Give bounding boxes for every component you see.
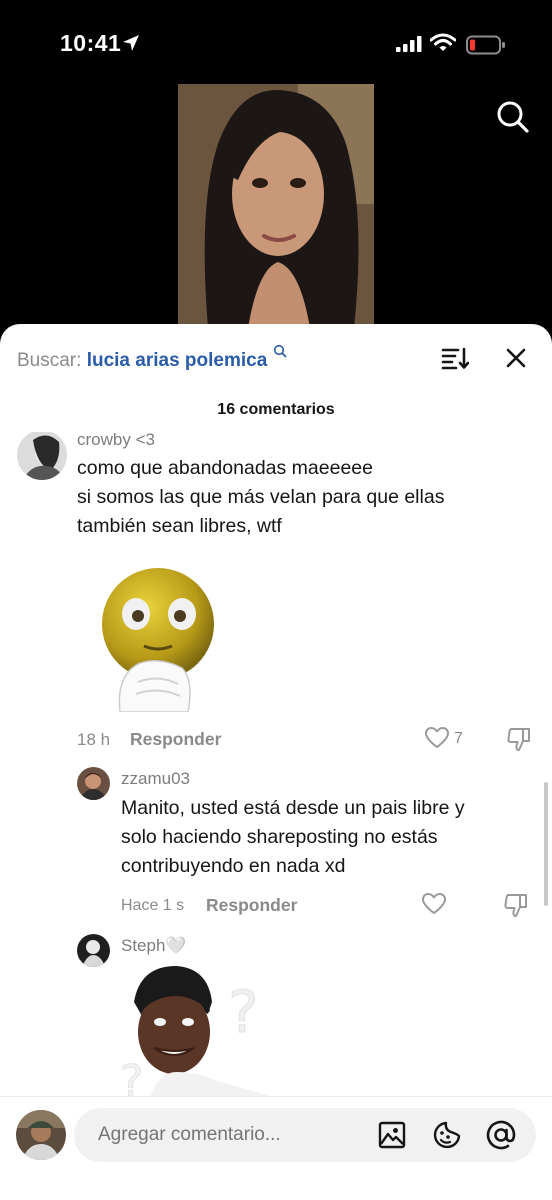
comment-text-line: si somos las que más velan para que ella… xyxy=(77,486,445,508)
emoji-sticker-icon[interactable] xyxy=(432,1120,462,1150)
cellular-signal-icon xyxy=(396,36,422,52)
comment-text-line: solo haciendo shareposting no estás xyxy=(121,826,438,848)
comment-time: Hace 1 s xyxy=(121,897,185,914)
avatar[interactable] xyxy=(77,934,110,967)
svg-text:?: ? xyxy=(120,1056,143,1096)
comment-text-line: como que abandonadas maeeeee xyxy=(77,457,373,479)
video-preview[interactable] xyxy=(178,84,374,328)
reply-button[interactable]: Responder xyxy=(206,895,297,916)
dislike-icon[interactable] xyxy=(506,726,532,752)
status-bar: 10:41 xyxy=(0,0,552,80)
like-icon[interactable] xyxy=(424,726,450,750)
search-suggestion[interactable]: Buscar: lucia arias polemica xyxy=(17,344,287,372)
comment-input[interactable] xyxy=(98,1124,368,1146)
comment-count: 16 comentarios xyxy=(217,401,335,418)
comment-text-line: también sean libres, wtf xyxy=(77,515,282,537)
svg-text:?: ? xyxy=(228,978,259,1046)
video-person-figure xyxy=(178,84,374,328)
close-icon[interactable] xyxy=(505,347,527,369)
comment-input-container[interactable] xyxy=(74,1108,536,1162)
like-count: 7 xyxy=(454,730,463,747)
location-arrow-icon xyxy=(123,35,139,51)
user-avatar[interactable] xyxy=(16,1110,66,1160)
search-query-icon xyxy=(273,344,286,358)
wifi-icon xyxy=(430,33,456,51)
surprised-emoji-sticker xyxy=(102,568,214,712)
comments-sheet: Buscar: lucia arias polemica 16 comentar… xyxy=(0,324,552,1200)
comment-composer xyxy=(0,1096,552,1200)
clock-time: 10:41 xyxy=(60,30,122,56)
avatar[interactable] xyxy=(17,432,67,480)
battery-low-icon xyxy=(466,35,505,55)
confused-man-meme: ? ? xyxy=(120,966,270,1096)
comment-username[interactable]: zzamu03 xyxy=(121,769,190,789)
mention-icon[interactable] xyxy=(486,1120,516,1150)
comment-text-line: contribuyendo en nada xd xyxy=(121,855,346,877)
sort-icon[interactable] xyxy=(441,346,469,370)
comment-time: 18 h xyxy=(77,730,111,749)
comment-username[interactable]: Steph🤍 xyxy=(121,936,187,956)
search-query-link[interactable]: lucia arias polemica xyxy=(87,350,268,371)
comment-text: como que abandonadas maeeeee si somos la… xyxy=(77,454,444,541)
like-icon[interactable] xyxy=(421,892,447,916)
image-icon[interactable] xyxy=(378,1121,406,1149)
comment-text: Manito, usted está desde un pais libre y… xyxy=(121,794,465,881)
reply-button[interactable]: Responder xyxy=(130,729,221,750)
dislike-icon[interactable] xyxy=(503,892,529,918)
search-icon[interactable] xyxy=(496,100,530,134)
comment-text-line: Manito, usted está desde un pais libre y xyxy=(121,797,465,819)
avatar[interactable] xyxy=(77,767,110,800)
comment-list[interactable]: crowby <3 como que abandonadas maeeeee s… xyxy=(0,432,552,1096)
comment-username[interactable]: crowby <3 xyxy=(77,432,155,450)
scrollbar[interactable] xyxy=(544,782,548,906)
search-prefix: Buscar: xyxy=(17,350,82,371)
